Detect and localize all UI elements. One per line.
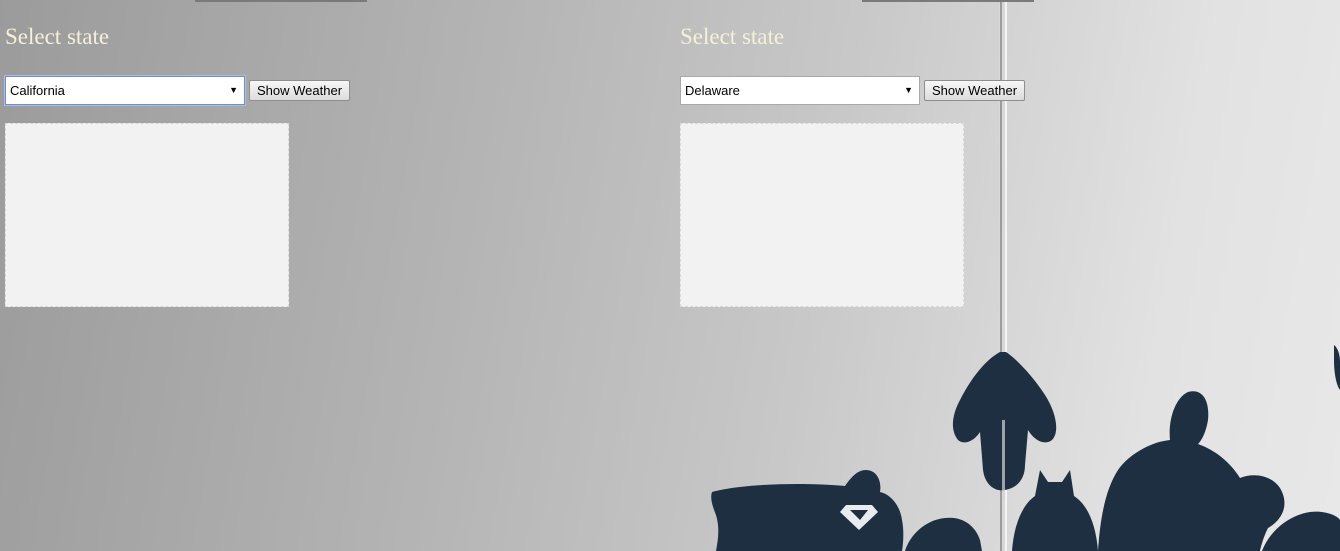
bat-hero-silhouette — [1012, 470, 1098, 551]
state-select[interactable]: Delaware ▼ — [680, 76, 920, 105]
select-state-heading: Select state — [5, 24, 110, 49]
weather-result-box — [680, 123, 964, 307]
show-weather-button[interactable]: Show Weather — [249, 80, 351, 101]
state-select-value: California — [10, 83, 65, 98]
triangle-down-icon: ▼ — [904, 85, 913, 95]
top-edge-bar-left — [195, 0, 367, 2]
state-select-value: Delaware — [685, 83, 740, 98]
top-edge-bar-right — [862, 0, 1034, 2]
select-state-heading: Select state — [680, 24, 785, 49]
state-select[interactable]: California ▼ — [5, 76, 245, 105]
weather-result-box — [5, 123, 289, 307]
hulk-silhouette — [1098, 391, 1285, 551]
show-weather-button[interactable]: Show Weather — [924, 80, 1026, 101]
triangle-down-icon: ▼ — [229, 85, 238, 95]
